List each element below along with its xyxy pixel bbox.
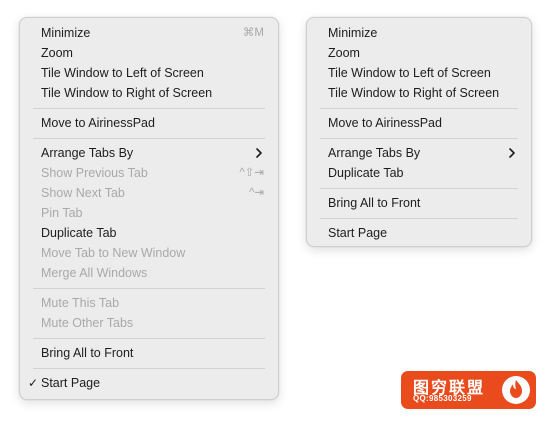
menu-item-tile-right[interactable]: Tile Window to Right of Screen — [20, 83, 278, 103]
menu-separator — [33, 368, 265, 369]
menu-item-minimize[interactable]: Minimize ⌘M — [20, 23, 278, 43]
menu-item-pin-tab[interactable]: Pin Tab — [20, 203, 278, 223]
flame-logo-icon — [502, 376, 530, 404]
menu-item-start-page[interactable]: ✓ Start Page — [20, 373, 278, 393]
menu-item-bring-all-front[interactable]: Bring All to Front — [307, 193, 531, 213]
menu-item-label: Mute This Tab — [41, 296, 120, 310]
show-next-tab-shortcut: ^⇥ — [248, 187, 264, 199]
menu-item-label: Start Page — [328, 226, 388, 240]
menu-separator — [33, 108, 265, 109]
menu-item-label: Bring All to Front — [41, 346, 134, 360]
menu-item-tile-left[interactable]: Tile Window to Left of Screen — [307, 63, 531, 83]
menu-item-label: Minimize — [328, 26, 378, 40]
menu-separator — [33, 288, 265, 289]
menu-item-label: Show Next Tab — [41, 186, 125, 200]
menu-item-label: Merge All Windows — [41, 266, 148, 280]
chevron-right-icon — [256, 148, 262, 158]
menu-item-label: Zoom — [41, 46, 73, 60]
chevron-right-icon — [509, 148, 515, 158]
window-menu-compact: Minimize Zoom Tile Window to Left of Scr… — [306, 17, 532, 247]
menu-separator — [320, 138, 518, 139]
menu-item-label: Tile Window to Left of Screen — [328, 66, 491, 80]
menu-item-label: Mute Other Tabs — [41, 316, 134, 330]
watermark-badge: 图穷联盟 QQ:985303259 — [401, 371, 536, 409]
menu-separator — [320, 188, 518, 189]
menu-item-show-previous-tab[interactable]: Show Previous Tab ^⇧⇥ — [20, 163, 278, 183]
menu-item-label: Pin Tab — [41, 206, 83, 220]
menu-item-arrange-tabs[interactable]: Arrange Tabs By — [307, 143, 531, 163]
menu-item-tile-right[interactable]: Tile Window to Right of Screen — [307, 83, 531, 103]
menu-item-show-next-tab[interactable]: Show Next Tab ^⇥ — [20, 183, 278, 203]
menu-item-label: Zoom — [328, 46, 360, 60]
menu-item-bring-all-front[interactable]: Bring All to Front — [20, 343, 278, 363]
menu-item-label: Tile Window to Right of Screen — [41, 86, 213, 100]
menu-item-merge-all-windows[interactable]: Merge All Windows — [20, 263, 278, 283]
menu-item-label: Tile Window to Right of Screen — [328, 86, 500, 100]
menu-separator — [33, 338, 265, 339]
watermark-subtitle: QQ:985303259 — [413, 394, 472, 403]
menu-item-tile-left[interactable]: Tile Window to Left of Screen — [20, 63, 278, 83]
menu-separator — [320, 218, 518, 219]
menu-item-label: Minimize — [41, 26, 91, 40]
menu-item-move-to[interactable]: Move to AirinessPad — [307, 113, 531, 133]
menu-item-move-to[interactable]: Move to AirinessPad — [20, 113, 278, 133]
menu-item-label: Show Previous Tab — [41, 166, 148, 180]
menu-item-minimize[interactable]: Minimize — [307, 23, 531, 43]
menu-item-label: Move Tab to New Window — [41, 246, 186, 260]
menu-item-mute-this-tab[interactable]: Mute This Tab — [20, 293, 278, 313]
menu-separator — [33, 138, 265, 139]
menu-item-arrange-tabs[interactable]: Arrange Tabs By — [20, 143, 278, 163]
menu-item-label: Arrange Tabs By — [41, 146, 134, 160]
menu-item-mute-other-tabs[interactable]: Mute Other Tabs — [20, 313, 278, 333]
checkmark-icon: ✓ — [28, 376, 39, 390]
menu-item-duplicate-tab[interactable]: Duplicate Tab — [20, 223, 278, 243]
menu-item-move-tab-new-window[interactable]: Move Tab to New Window — [20, 243, 278, 263]
menu-item-label: Start Page — [41, 376, 101, 390]
menu-item-start-page[interactable]: Start Page — [307, 223, 531, 243]
menu-item-label: Arrange Tabs By — [328, 146, 421, 160]
menu-separator — [320, 108, 518, 109]
menu-item-duplicate-tab[interactable]: Duplicate Tab — [307, 163, 531, 183]
menu-item-zoom[interactable]: Zoom — [20, 43, 278, 63]
menu-item-label: Bring All to Front — [328, 196, 421, 210]
menu-item-label: Move to AirinessPad — [328, 116, 442, 130]
menu-item-zoom[interactable]: Zoom — [307, 43, 531, 63]
show-previous-tab-shortcut: ^⇧⇥ — [239, 167, 264, 179]
menu-item-label: Duplicate Tab — [328, 166, 404, 180]
menu-item-label: Tile Window to Left of Screen — [41, 66, 204, 80]
menu-item-label: Move to AirinessPad — [41, 116, 155, 130]
minimize-shortcut: ⌘M — [242, 27, 264, 39]
window-menu-expanded: Minimize ⌘M Zoom Tile Window to Left of … — [19, 17, 279, 400]
menu-item-label: Duplicate Tab — [41, 226, 117, 240]
